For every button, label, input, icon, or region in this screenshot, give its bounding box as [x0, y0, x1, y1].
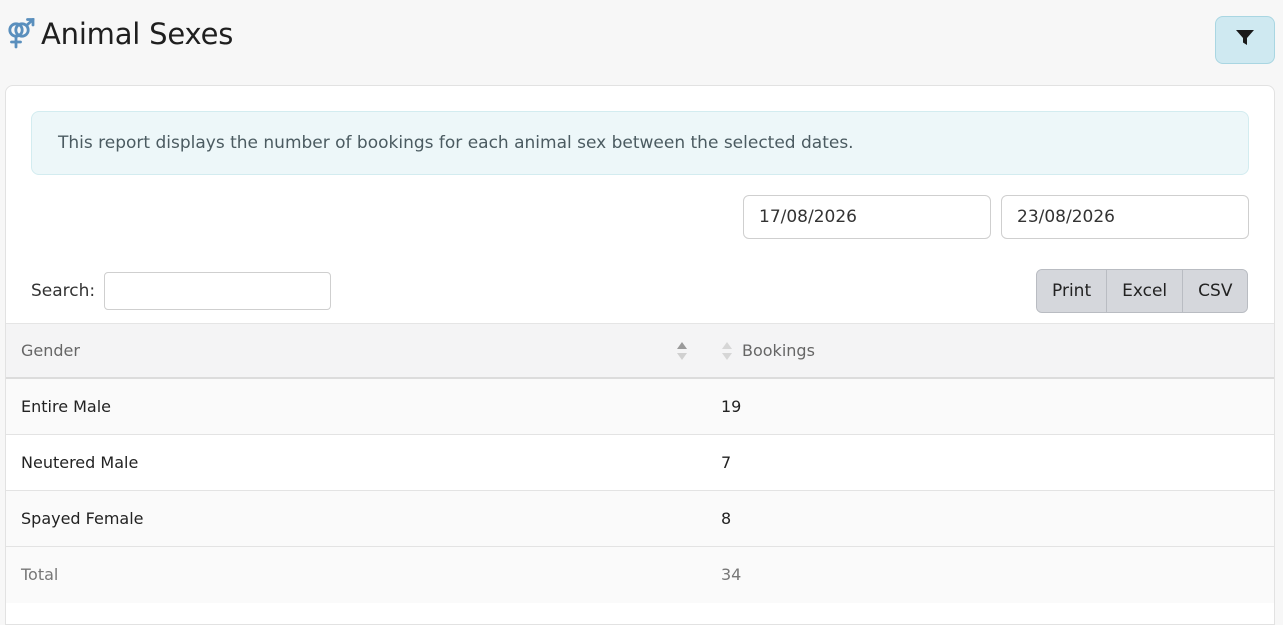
- report-card: This report displays the number of booki…: [5, 85, 1275, 625]
- sort-icon[interactable]: [676, 341, 688, 361]
- page-header: Animal Sexes: [0, 0, 1283, 86]
- title-wrap: Animal Sexes: [5, 16, 233, 52]
- filter-button[interactable]: [1215, 16, 1275, 64]
- total-label: Total: [21, 565, 59, 584]
- table-total-row: Total 34: [6, 547, 1274, 603]
- filter-icon: [1235, 29, 1255, 51]
- search-input[interactable]: [104, 272, 331, 310]
- table-row: Spayed Female 8: [6, 491, 1274, 547]
- search-label: Search:: [31, 281, 96, 301]
- print-button[interactable]: Print: [1037, 270, 1107, 312]
- date-from-input[interactable]: 17/08/2026: [743, 195, 991, 239]
- export-button-group: Print Excel CSV: [1036, 269, 1249, 313]
- total-value: 34: [721, 565, 742, 584]
- date-to-input[interactable]: 23/08/2026: [1001, 195, 1249, 239]
- table-header: Gender Bookings: [6, 323, 1274, 379]
- column-header-bookings[interactable]: Bookings: [742, 324, 815, 378]
- column-header-gender[interactable]: Gender: [21, 324, 701, 378]
- gender-cell: Spayed Female: [21, 509, 144, 528]
- table-row: Neutered Male 7: [6, 435, 1274, 491]
- page-title: Animal Sexes: [41, 17, 234, 51]
- table-row: Entire Male 19: [6, 379, 1274, 435]
- report-description: This report displays the number of booki…: [31, 111, 1249, 175]
- excel-button[interactable]: Excel: [1106, 270, 1183, 312]
- csv-button[interactable]: CSV: [1182, 270, 1248, 312]
- bookings-cell: 19: [721, 397, 742, 416]
- gender-icon: [5, 18, 37, 50]
- bookings-cell: 7: [721, 453, 732, 472]
- gender-cell: Neutered Male: [21, 453, 139, 472]
- bookings-table: Gender Bookings Entire Male 19 Neutered …: [6, 323, 1274, 603]
- sort-icon[interactable]: [721, 341, 733, 361]
- gender-cell: Entire Male: [21, 397, 112, 416]
- bookings-cell: 8: [721, 509, 732, 528]
